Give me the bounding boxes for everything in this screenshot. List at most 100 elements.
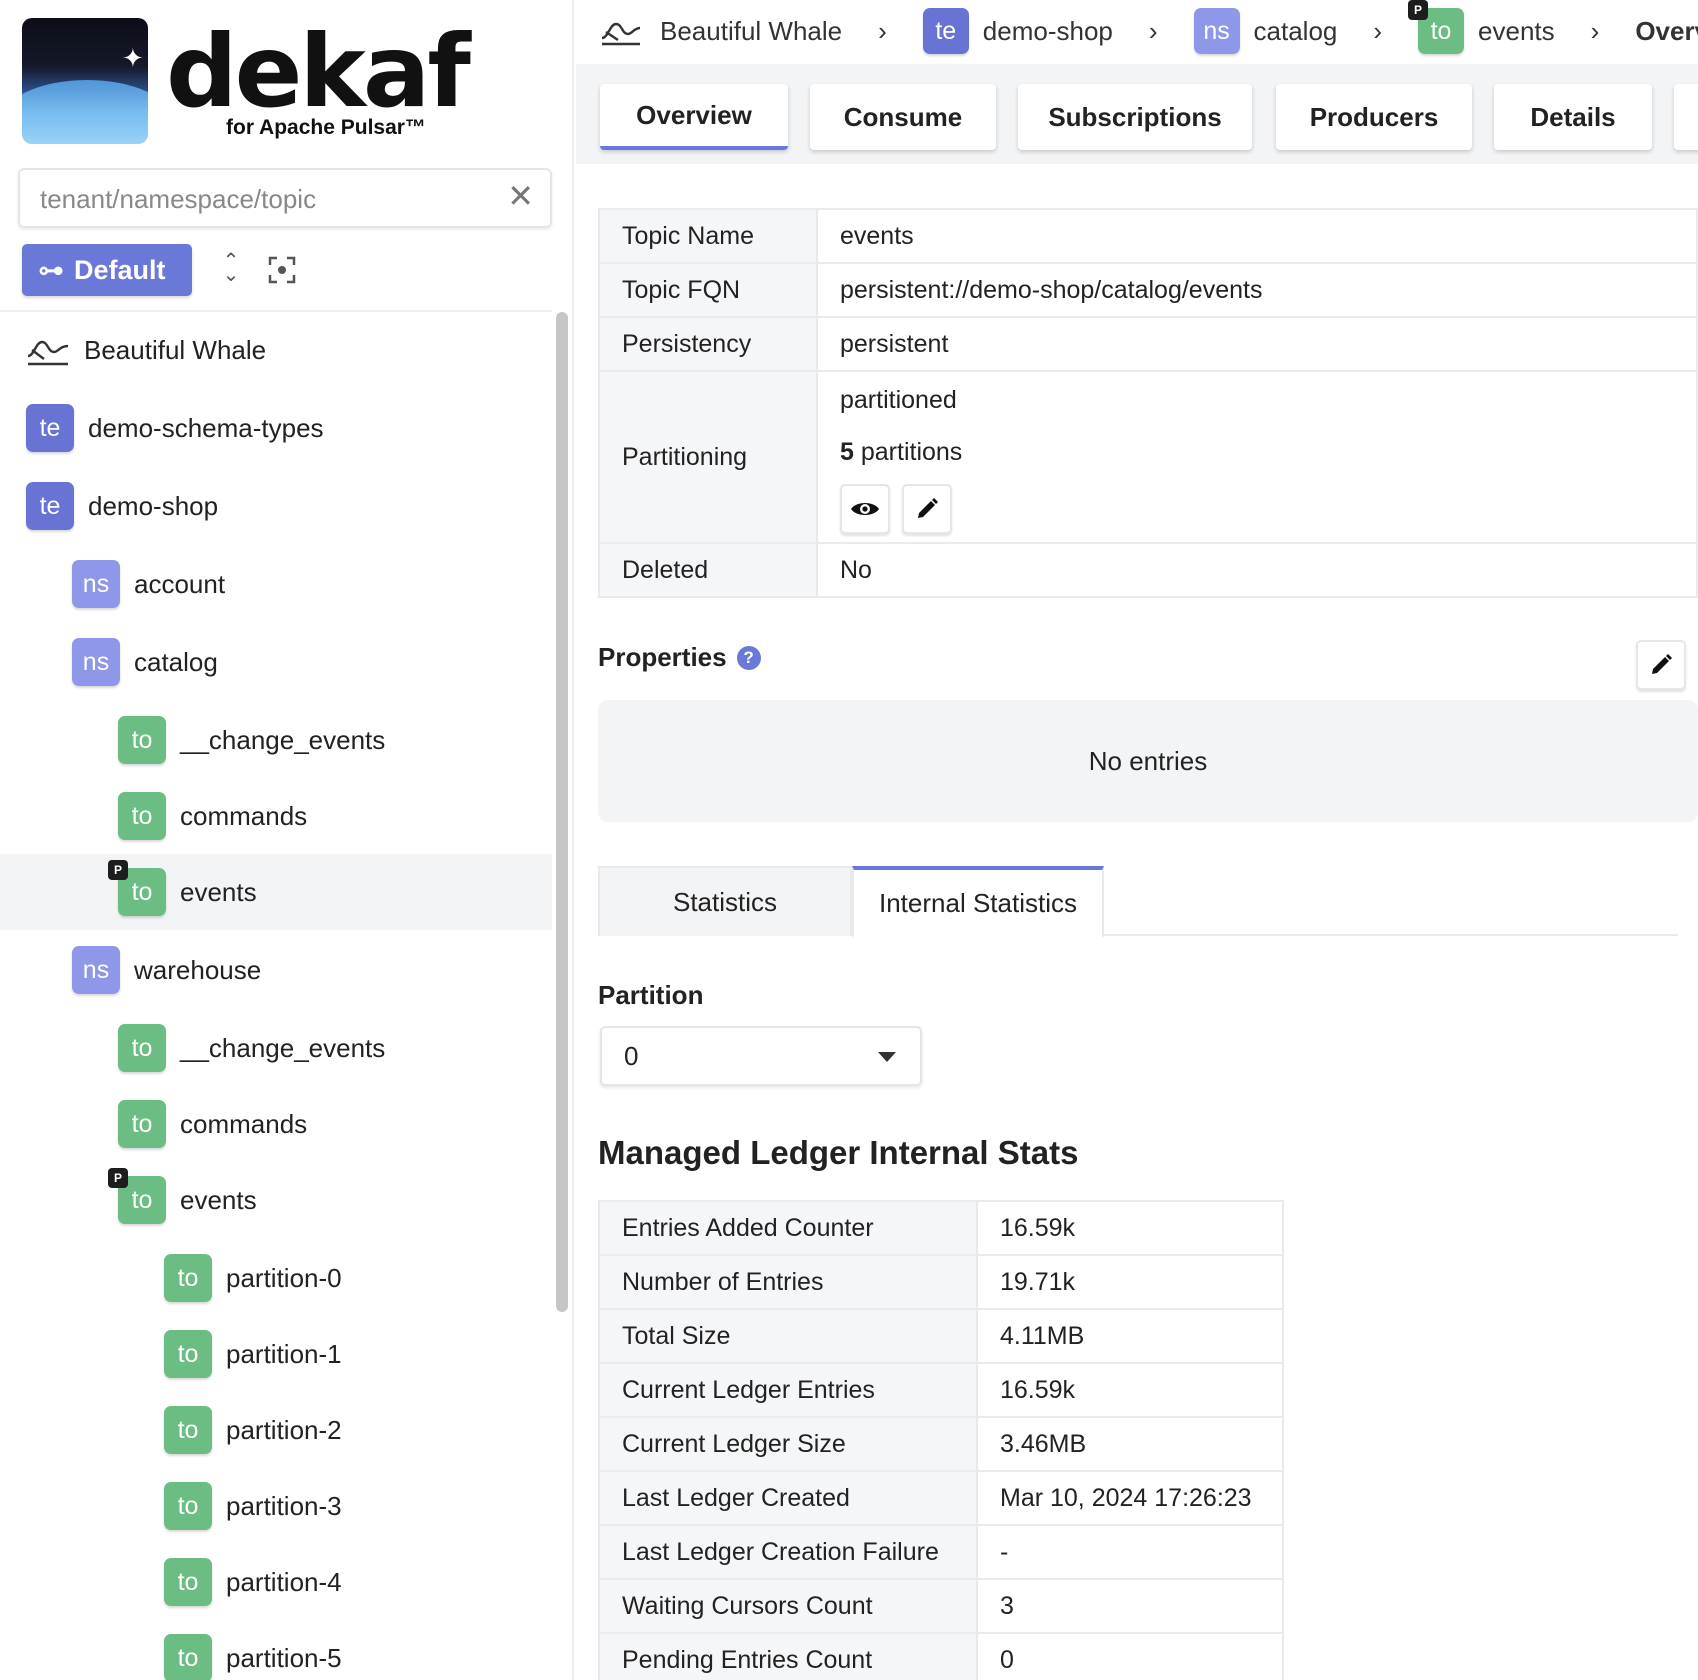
- tenant-badge: te: [26, 482, 74, 530]
- logo-subtitle: for Apache Pulsar™: [226, 116, 426, 139]
- tab-overview[interactable]: Overview: [600, 84, 788, 150]
- topic-badge: to: [118, 1024, 166, 1072]
- eye-icon: [851, 503, 879, 515]
- navigation-tree: Beautiful Whale te demo-schema-types te demo…: [0, 310, 552, 1680]
- partitioned-mark: P: [1408, 0, 1429, 20]
- tree-item-label: partition-2: [226, 1414, 342, 1445]
- tree-scrollbar[interactable]: [556, 312, 568, 1312]
- topic-badge: to: [118, 1100, 166, 1148]
- tree-item[interactable]: Beautiful Whale: [0, 312, 552, 388]
- caret-down-icon: [878, 1052, 896, 1062]
- table-row: Total Size 4.11MB: [598, 1308, 1284, 1364]
- close-icon[interactable]: ✕: [507, 180, 534, 212]
- table-row: Last Ledger Creation Failure -: [598, 1524, 1284, 1580]
- pencil-icon: [918, 498, 938, 518]
- table-row: Waiting Cursors Count 3: [598, 1578, 1284, 1634]
- breadcrumb-topic[interactable]: to P events: [1408, 0, 1555, 54]
- tree-item-label: account: [134, 568, 226, 599]
- topic-badge: to P: [108, 860, 166, 916]
- tab-consume[interactable]: Consume: [810, 84, 996, 150]
- tree-item[interactable]: to P events: [0, 1162, 552, 1238]
- default-library-button[interactable]: ⊶ Default: [22, 244, 192, 296]
- tree-item[interactable]: to partition-3: [0, 1468, 552, 1544]
- breadcrumb-namespace[interactable]: ns catalog: [1193, 8, 1337, 54]
- topic-badge: to P: [1408, 0, 1465, 54]
- tab-statistics[interactable]: Statistics: [598, 866, 852, 936]
- tree-item[interactable]: to partition-0: [0, 1240, 552, 1316]
- tree-item-label: partition-0: [226, 1262, 342, 1293]
- table-row: Pending Entries Count 0: [598, 1632, 1284, 1680]
- edit-properties-button[interactable]: [1636, 640, 1686, 690]
- help-icon[interactable]: ?: [736, 645, 761, 670]
- collapse-all-icon[interactable]: ⌃ ⌄: [220, 251, 242, 285]
- partitioning-cell: partitioned 5 partitions: [816, 370, 1698, 544]
- tree-item[interactable]: to __change_events: [0, 702, 552, 778]
- tree-item-label: events: [180, 876, 257, 907]
- tree-item[interactable]: to partition-1: [0, 1316, 552, 1392]
- tab-internal-statistics[interactable]: Internal Statistics: [852, 866, 1104, 938]
- default-button-label: Default: [74, 254, 166, 285]
- partitioned-mark: P: [108, 1168, 128, 1188]
- tree-item[interactable]: te demo-schema-types: [0, 390, 552, 466]
- topic-badge: to P: [108, 1168, 166, 1224]
- pencil-icon: [1652, 654, 1672, 674]
- tree-item[interactable]: ns account: [0, 546, 552, 622]
- namespace-badge: ns: [72, 946, 120, 994]
- tree-item[interactable]: to partition-4: [0, 1544, 552, 1620]
- tree-item[interactable]: to P events: [0, 854, 552, 930]
- tree-item[interactable]: to partition-5: [0, 1620, 552, 1680]
- tree-item[interactable]: to commands: [0, 778, 552, 854]
- tree-item-label: commands: [180, 800, 308, 831]
- namespace-badge: ns: [72, 560, 120, 608]
- tab-more[interactable]: [1674, 84, 1698, 150]
- breadcrumb-cluster[interactable]: Beautiful Whale: [600, 16, 842, 47]
- search-box: ✕: [18, 168, 552, 228]
- breadcrumb: Beautiful Whale › te demo-shop › ns cata…: [576, 0, 1698, 62]
- tree-item[interactable]: to commands: [0, 1086, 552, 1162]
- properties-empty-state: No entries: [598, 700, 1698, 822]
- search-input[interactable]: [40, 184, 500, 215]
- tree-item[interactable]: te demo-shop: [0, 468, 552, 544]
- tenant-badge: te: [922, 8, 969, 54]
- namespace-badge: ns: [72, 638, 120, 686]
- topic-badge: to: [118, 792, 166, 840]
- tab-producers[interactable]: Producers: [1276, 84, 1472, 150]
- tab-details[interactable]: Details: [1494, 84, 1652, 150]
- breadcrumb-tenant[interactable]: te demo-shop: [922, 8, 1113, 54]
- chevron-right-icon: ›: [1148, 15, 1158, 46]
- tree-item-label: __change_events: [180, 724, 386, 755]
- topic-badge: to: [164, 1558, 212, 1606]
- partitions-count: 5 partitions: [840, 437, 963, 466]
- tree-item[interactable]: to partition-2: [0, 1392, 552, 1468]
- partitioned-mark: P: [108, 860, 128, 880]
- topic-tabs: Overview Consume Subscriptions Producers…: [576, 64, 1698, 164]
- table-row: Topic FQN persistent://demo-shop/catalog…: [598, 262, 1698, 318]
- cluster-icon: [27, 340, 69, 366]
- chevron-right-icon: ›: [1590, 15, 1600, 46]
- tenant-badge: te: [26, 404, 74, 452]
- tab-subscriptions[interactable]: Subscriptions: [1018, 84, 1252, 150]
- partition-label: Partition: [598, 980, 704, 1010]
- managed-ledger-table: Entries Added Counter 16.59k Number of Ent…: [598, 1200, 1284, 1680]
- cluster-icon: [601, 22, 641, 46]
- tree-item[interactable]: ns warehouse: [0, 932, 552, 1008]
- tree-item-label: __change_events: [180, 1032, 386, 1063]
- logo-image: ✦: [22, 18, 148, 144]
- tree-item-label: Beautiful Whale: [84, 334, 267, 365]
- tree-item[interactable]: to __change_events: [0, 1010, 552, 1086]
- table-row: Partitioning partitioned 5 partitions: [598, 370, 1698, 544]
- tree-item-label: partition-5: [226, 1642, 342, 1673]
- edit-partitions-button[interactable]: [902, 484, 952, 534]
- breadcrumb-page: Overview: [1635, 15, 1698, 46]
- topic-badge: to: [164, 1482, 212, 1530]
- topic-info-table: Topic Name events Topic FQN persistent:/…: [598, 208, 1698, 598]
- topic-badge: to: [164, 1254, 212, 1302]
- tree-item-label: warehouse: [134, 954, 262, 985]
- view-partitions-button[interactable]: [840, 484, 890, 534]
- statistics-tabs: Statistics Internal Statistics: [598, 866, 1678, 938]
- focus-icon[interactable]: [268, 256, 296, 284]
- tree-item-label: partition-3: [226, 1490, 342, 1521]
- topic-badge: to: [164, 1330, 212, 1378]
- partition-select[interactable]: 0: [600, 1026, 922, 1086]
- tree-item[interactable]: ns catalog: [0, 624, 552, 700]
